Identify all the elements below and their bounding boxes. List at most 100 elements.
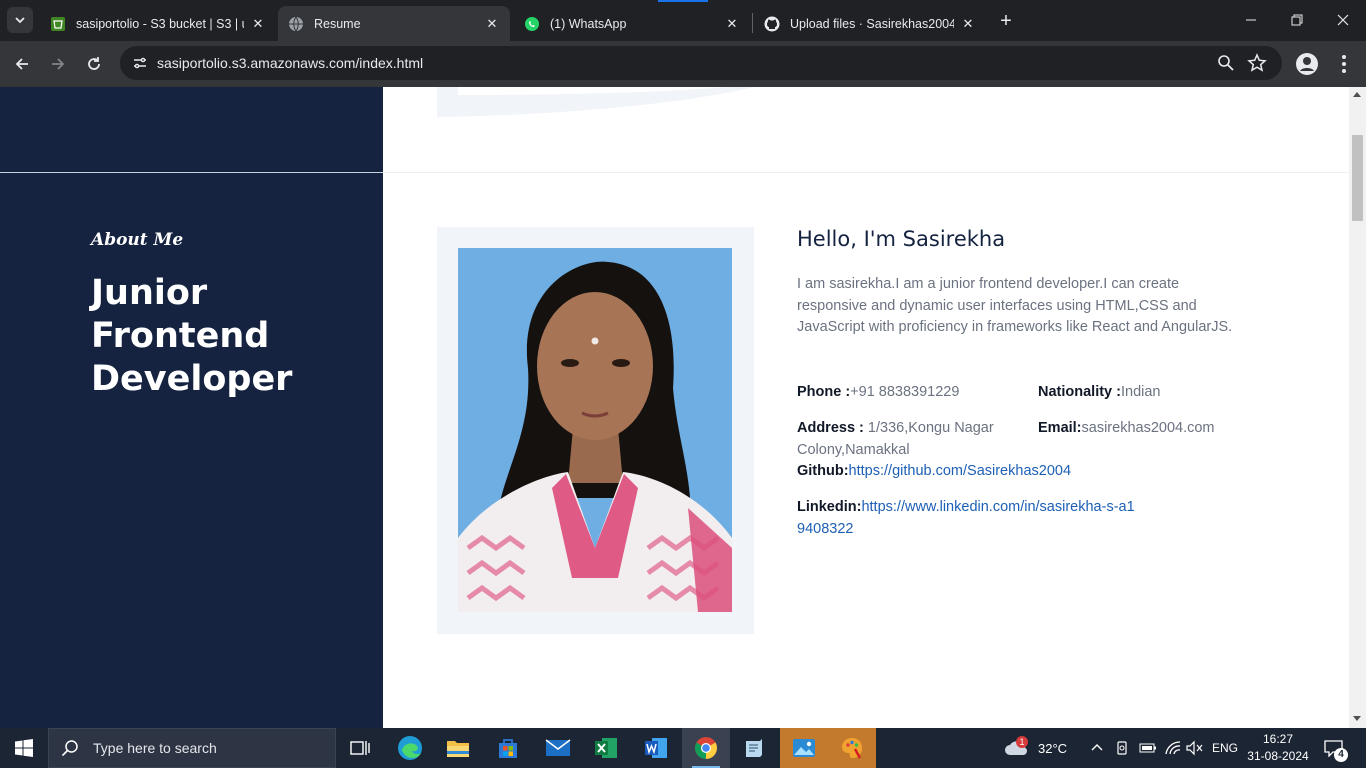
clock-date: 31-08-2024	[1247, 749, 1309, 763]
close-icon[interactable]: ✕	[724, 16, 740, 32]
edge-icon	[398, 736, 422, 760]
section-headline: Junior Frontend Developer	[91, 273, 293, 399]
edge-app[interactable]	[386, 728, 434, 768]
scroll-down-arrow[interactable]	[1353, 716, 1361, 721]
sidebar	[0, 87, 383, 728]
tab-github[interactable]: Upload files · Sasirekhas2004/p ✕	[754, 6, 986, 41]
restore-button[interactable]	[1274, 0, 1320, 40]
back-button[interactable]	[8, 50, 36, 78]
search-icon	[61, 740, 78, 757]
mail-app[interactable]	[534, 728, 582, 768]
hidden-icons-button[interactable]	[1090, 728, 1104, 768]
tab-resume[interactable]: Resume ✕	[278, 6, 510, 41]
close-icon[interactable]: ✕	[250, 16, 266, 32]
meet-now-button[interactable]	[1114, 728, 1130, 768]
bio-text: I am sasirekha.I am a junior frontend de…	[797, 276, 1233, 336]
scroll-thumb[interactable]	[1352, 135, 1363, 221]
tab-s3-bucket[interactable]: sasiportolio - S3 bucket | S3 | us ✕	[40, 6, 276, 41]
paint-app[interactable]	[828, 728, 876, 768]
windows-icon	[15, 739, 33, 757]
tab-separator	[752, 13, 753, 33]
email-value: sasirekhas2004.com	[1081, 420, 1215, 436]
search-placeholder: Type here to search	[93, 740, 217, 756]
taskbar-search[interactable]: Type here to search	[48, 728, 336, 768]
bookmark-star-icon[interactable]	[1246, 52, 1268, 74]
reload-icon	[88, 57, 100, 70]
photos-icon	[793, 739, 815, 757]
github-link[interactable]: https://github.com/Sasirekhas2004	[849, 463, 1071, 479]
clock[interactable]: 16:27 31-08-2024	[1240, 731, 1316, 765]
tab-whatsapp[interactable]: (1) WhatsApp ✕	[514, 6, 750, 41]
excel-app[interactable]	[582, 728, 630, 768]
chevron-down-icon	[15, 17, 25, 24]
s3-icon	[50, 16, 66, 32]
photos-app[interactable]	[780, 728, 828, 768]
minimize-icon	[1246, 19, 1256, 21]
nationality-value: Indian	[1120, 384, 1161, 400]
address-bar[interactable]: sasiportolio.s3.amazonaws.com/index.html	[120, 46, 1282, 80]
previous-section-decoration	[437, 87, 755, 117]
kebab-menu-icon[interactable]	[1334, 52, 1354, 76]
arrow-right-icon	[52, 58, 65, 70]
start-button[interactable]	[0, 728, 48, 768]
reload-button[interactable]	[80, 50, 108, 78]
close-icon	[1337, 14, 1349, 26]
battery-indicator[interactable]	[1139, 728, 1157, 768]
github-label: Github:	[797, 463, 849, 479]
store-icon	[499, 739, 517, 758]
restore-icon	[1291, 14, 1303, 26]
excel-icon	[595, 738, 617, 758]
linkedin-label: Linkedin:	[797, 499, 862, 515]
section-divider	[383, 172, 1349, 173]
email-label: Email:	[1038, 420, 1082, 436]
close-icon[interactable]: ✕	[960, 16, 976, 32]
forward-button[interactable]	[44, 50, 72, 78]
tab-title: Resume	[314, 16, 361, 31]
url-text[interactable]: sasiportolio.s3.amazonaws.com/index.html	[157, 55, 423, 71]
language-indicator[interactable]: ENG	[1212, 728, 1238, 768]
task-view-button[interactable]	[336, 728, 384, 768]
task-view-icon	[350, 741, 370, 755]
page-scrollbar[interactable]	[1349, 87, 1366, 728]
page-content: About Me Junior Frontend Developer Hello…	[0, 87, 1349, 728]
mail-icon	[545, 739, 571, 756]
tab-highlight	[658, 0, 708, 2]
zoom-icon[interactable]	[1216, 53, 1236, 73]
greeting-heading: Hello, I'm Sasirekha	[797, 227, 1006, 251]
weather-widget[interactable]: 1 32°C	[1004, 728, 1067, 768]
globe-icon	[288, 16, 304, 32]
phone-value: +91 8838391229	[850, 384, 960, 400]
wifi-icon	[1165, 741, 1181, 755]
close-icon[interactable]: ✕	[484, 16, 500, 32]
address-label: Address :	[797, 420, 864, 436]
tab-search-button[interactable]	[7, 7, 33, 33]
word-app[interactable]	[632, 728, 680, 768]
close-window-button[interactable]	[1320, 0, 1366, 40]
store-app[interactable]	[484, 728, 532, 768]
file-explorer-app[interactable]	[434, 728, 482, 768]
new-tab-button[interactable]: +	[994, 9, 1018, 33]
file-explorer-icon	[447, 741, 469, 757]
profile-icon[interactable]	[1295, 52, 1319, 76]
notepad-app[interactable]	[730, 728, 778, 768]
email-info: Email:sasirekhas2004.com	[1038, 418, 1215, 440]
action-center-button[interactable]: 4	[1324, 728, 1348, 768]
site-info-icon[interactable]	[128, 51, 152, 75]
nationality-label: Nationality :	[1038, 384, 1121, 400]
nationality-info: Nationality :Indian	[1038, 382, 1161, 404]
volume-indicator[interactable]	[1186, 728, 1204, 768]
tab-title: (1) WhatsApp	[550, 16, 627, 31]
chrome-app[interactable]	[682, 728, 730, 768]
phone-info: Phone :+91 8838391229	[797, 382, 959, 404]
weather-temp: 32°C	[1038, 740, 1068, 756]
minimize-button[interactable]	[1228, 0, 1274, 40]
scroll-up-arrow[interactable]	[1353, 92, 1361, 97]
clock-time: 16:27	[1262, 732, 1294, 746]
browser-toolbar: sasiportolio.s3.amazonaws.com/index.html	[0, 41, 1366, 87]
wifi-indicator[interactable]	[1164, 728, 1182, 768]
meet-icon	[1117, 741, 1127, 755]
language-text: ENG	[1212, 741, 1239, 755]
github-icon	[764, 16, 780, 32]
notepad-icon	[746, 739, 762, 757]
battery-icon	[1139, 743, 1156, 753]
